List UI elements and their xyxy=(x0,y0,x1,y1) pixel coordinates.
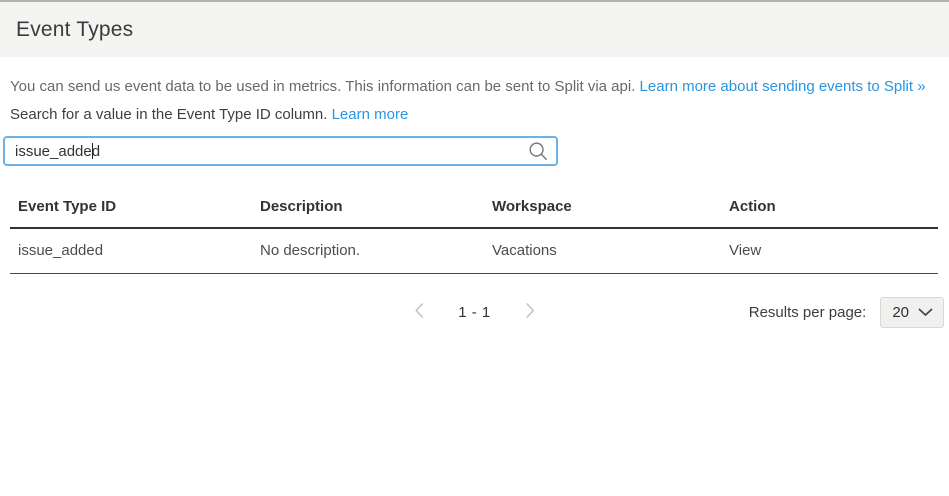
cell-workspace: Vacations xyxy=(484,228,721,274)
search-hint-sentence: Search for a value in the Event Type ID … xyxy=(10,106,327,123)
text-caret xyxy=(92,143,93,159)
chevron-left-icon xyxy=(413,302,424,322)
chevron-down-icon xyxy=(918,304,933,321)
column-header-event-type-id: Event Type ID xyxy=(10,185,252,228)
search-box xyxy=(3,136,558,166)
search-hint-text: Search for a value in the Event Type ID … xyxy=(10,105,939,125)
results-per-page-select[interactable]: 20 xyxy=(880,297,944,328)
intro-text: You can send us event data to be used in… xyxy=(10,77,939,97)
previous-page-button[interactable] xyxy=(411,300,426,324)
search-input[interactable] xyxy=(3,136,558,166)
column-header-workspace: Workspace xyxy=(484,185,721,228)
event-types-table: Event Type ID Description Workspace Acti… xyxy=(10,185,938,274)
pager: 1 - 1 xyxy=(411,295,538,329)
view-action-link[interactable]: View xyxy=(729,242,761,259)
page-header: Event Types xyxy=(0,2,949,57)
results-per-page-value: 20 xyxy=(892,304,909,321)
learn-more-link[interactable]: Learn more xyxy=(332,106,409,123)
results-per-page-label: Results per page: xyxy=(749,304,867,321)
learn-more-sending-events-link[interactable]: Learn more about sending events to Split… xyxy=(640,78,926,95)
cell-action: View xyxy=(721,228,938,274)
page-range-label: 1 - 1 xyxy=(458,304,491,321)
pagination-row: 1 - 1 Results per page: 20 xyxy=(0,295,949,329)
cell-event-type-id: issue_added xyxy=(10,228,252,274)
results-per-page-group: Results per page: 20 xyxy=(749,295,944,329)
main-content: You can send us event data to be used in… xyxy=(0,77,949,329)
table-header-row: Event Type ID Description Workspace Acti… xyxy=(10,185,938,228)
chevron-right-icon xyxy=(525,302,536,322)
column-header-action: Action xyxy=(721,185,938,228)
search-icon[interactable] xyxy=(528,141,548,161)
column-header-description: Description xyxy=(252,185,484,228)
cell-description: No description. xyxy=(252,228,484,274)
intro-sentence: You can send us event data to be used in… xyxy=(10,78,635,95)
next-page-button[interactable] xyxy=(523,300,538,324)
table-row: issue_added No description. Vacations Vi… xyxy=(10,228,938,274)
page-title: Event Types xyxy=(16,18,133,42)
